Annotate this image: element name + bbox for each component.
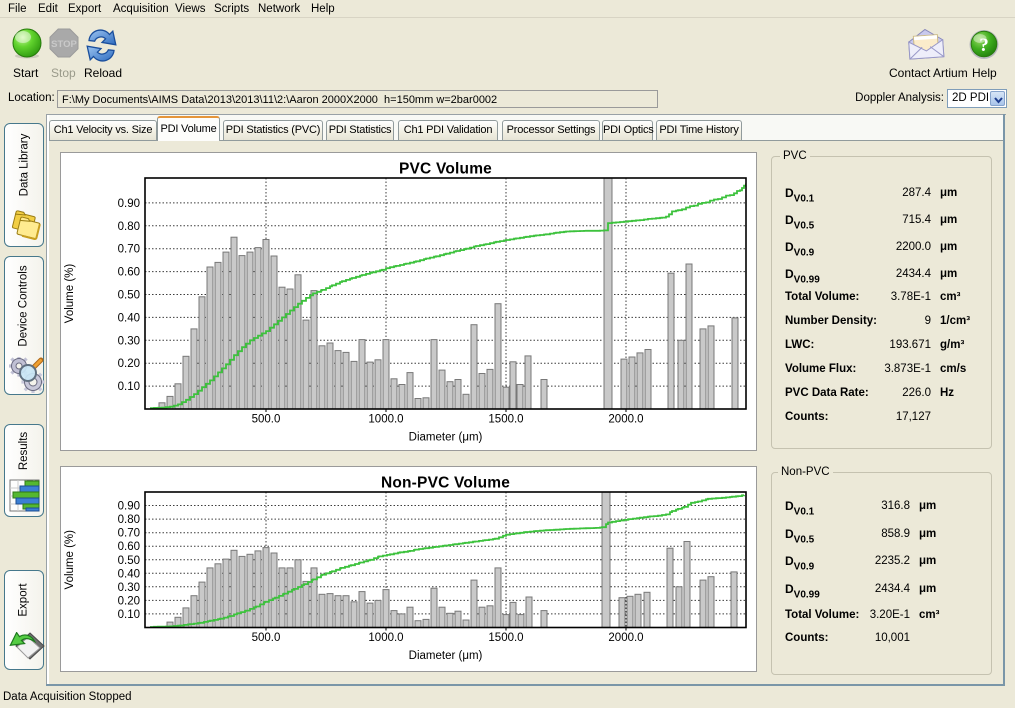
svg-text:0.40: 0.40 — [118, 568, 140, 580]
svg-text:0.90: 0.90 — [118, 198, 140, 210]
svg-text:0.10: 0.10 — [118, 609, 140, 621]
svg-text:2000.0: 2000.0 — [608, 414, 643, 426]
svg-text:500.0: 500.0 — [252, 414, 281, 426]
svg-text:0.30: 0.30 — [118, 582, 140, 594]
svg-text:0.40: 0.40 — [118, 312, 140, 324]
svg-text:1000.0: 1000.0 — [368, 414, 403, 426]
svg-text:0.70: 0.70 — [118, 528, 140, 540]
svg-text:0.80: 0.80 — [118, 221, 140, 233]
svg-text:1500.0: 1500.0 — [488, 414, 523, 426]
svg-text:0.10: 0.10 — [118, 381, 140, 393]
svg-text:?: ? — [979, 35, 989, 56]
svg-text:0.60: 0.60 — [118, 267, 140, 279]
svg-text:Non-PVC Volume: Non-PVC Volume — [381, 475, 510, 492]
svg-text:0.90: 0.90 — [118, 501, 140, 513]
svg-text:Volume (%): Volume (%) — [64, 530, 76, 590]
svg-text:Diameter (μm): Diameter (μm) — [409, 650, 483, 662]
svg-text:0.30: 0.30 — [118, 335, 140, 347]
svg-text:1500.0: 1500.0 — [488, 632, 523, 644]
svg-text:0.20: 0.20 — [118, 595, 140, 607]
svg-text:0.50: 0.50 — [118, 290, 140, 302]
svg-text:Diameter (μm): Diameter (μm) — [409, 432, 483, 444]
svg-text:0.20: 0.20 — [118, 358, 140, 370]
svg-text:0.80: 0.80 — [118, 514, 140, 526]
svg-text:1000.0: 1000.0 — [368, 632, 403, 644]
svg-text:500.0: 500.0 — [252, 632, 281, 644]
svg-text:2000.0: 2000.0 — [608, 632, 643, 644]
svg-text:0.60: 0.60 — [118, 541, 140, 553]
svg-text:0.50: 0.50 — [118, 555, 140, 567]
svg-text:0.70: 0.70 — [118, 244, 140, 256]
svg-text:PVC Volume: PVC Volume — [399, 161, 492, 178]
svg-text:STOP: STOP — [51, 39, 77, 50]
svg-text:Volume (%): Volume (%) — [64, 264, 76, 324]
